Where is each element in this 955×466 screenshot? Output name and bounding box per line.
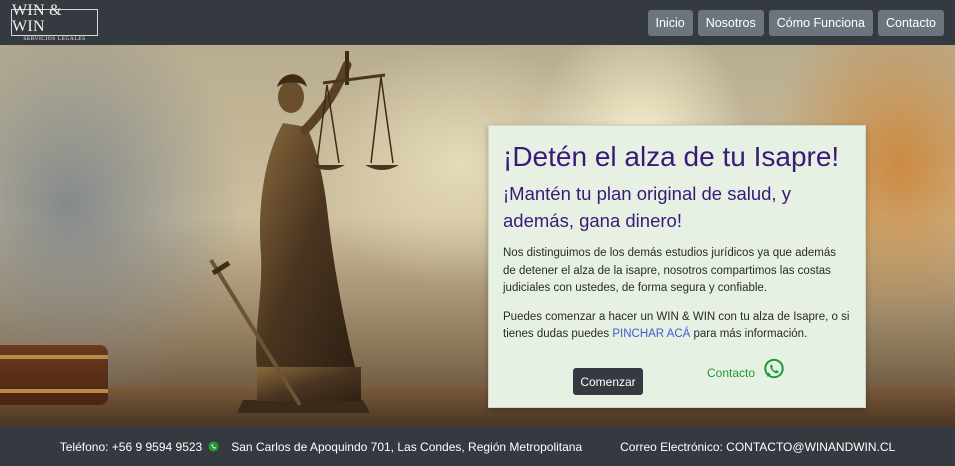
hero-section: ¡Detén el alza de tu Isapre! ¡Mantén tu … (0, 45, 955, 427)
card-actions: Comenzar Contacto (489, 358, 867, 396)
card-subtitle: ¡Mantén tu plan original de salud, y ade… (503, 183, 791, 231)
whatsapp-icon (208, 441, 219, 452)
pinchar-aca-link[interactable]: PINCHAR ACÁ (612, 328, 690, 340)
contact-link-label: Contacto (707, 366, 756, 380)
footer-phone[interactable]: Teléfono: +56 9 9594 9523 (60, 440, 202, 454)
whatsapp-icon (764, 358, 784, 379)
book-image (0, 345, 108, 405)
card-description: Nos distinguimos de los demás estudios j… (503, 247, 837, 294)
logo-subtext: SERVICIOS LEGALES (23, 35, 86, 42)
nav-nosotros-button[interactable]: Nosotros (697, 9, 764, 36)
nav-como-funciona-button[interactable]: Cómo Funciona (768, 9, 873, 36)
nav-contacto-button[interactable]: Contacto (877, 9, 944, 36)
whatsapp-contact-link[interactable]: Contacto (707, 358, 785, 380)
lady-justice-statue-image (209, 51, 399, 413)
navbar: WIN & WIN SERVICIOS LEGALES Inicio Nosot… (0, 0, 955, 45)
card-title: ¡Detén el alza de tu Isapre! (503, 141, 840, 172)
promo-card: ¡Detén el alza de tu Isapre! ¡Mantén tu … (488, 125, 866, 408)
card-cta-text-end: para más información. (690, 328, 808, 340)
nav-inicio-button[interactable]: Inicio (647, 9, 693, 36)
footer-address: San Carlos de Apoquindo 701, Las Condes,… (231, 439, 583, 454)
card-cta-text: Puedes comenzar a hacer un WIN & WIN con… (503, 309, 851, 344)
footer: Teléfono: +56 9 9594 9523 San Carlos de … (0, 427, 955, 466)
brand-logo[interactable]: WIN & WIN SERVICIOS LEGALES (11, 2, 98, 41)
logo-text: WIN & WIN (12, 1, 62, 35)
nav-menu: Inicio Nosotros Cómo Funciona Contacto (647, 9, 944, 36)
footer-email[interactable]: Correo Electrónico: CONTACTO@WINANDWIN.C… (620, 440, 895, 454)
comenzar-button[interactable]: Comenzar (573, 368, 643, 395)
